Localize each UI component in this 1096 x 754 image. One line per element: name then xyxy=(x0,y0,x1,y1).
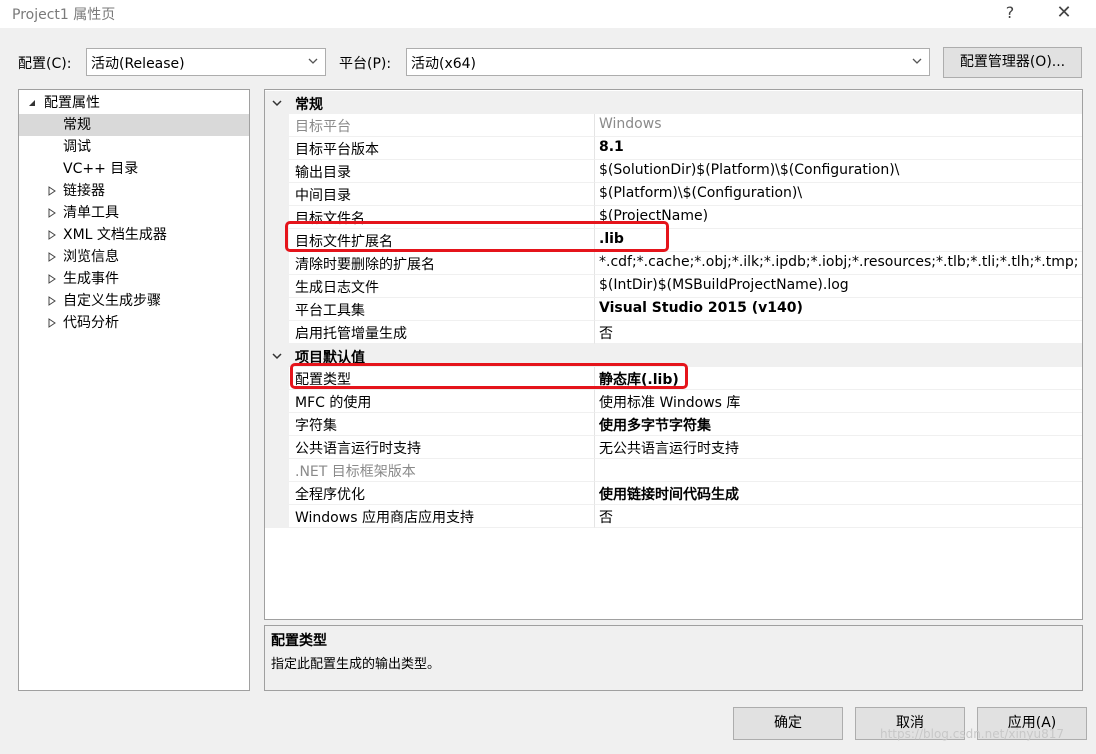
description-panel: 配置类型 指定此配置生成的输出类型。 xyxy=(264,625,1083,691)
tree-item-label: 代码分析 xyxy=(63,315,119,331)
tree-item-label: VC++ 目录 xyxy=(63,161,139,177)
tree-item-linker[interactable]: 链接器 xyxy=(19,180,249,202)
chevron-down-icon xyxy=(308,58,318,64)
property-name: 字符集 xyxy=(295,418,337,434)
category-general[interactable]: 常规 xyxy=(265,91,1082,114)
help-button[interactable]: ? xyxy=(995,2,1025,26)
highlight-configuration-type xyxy=(290,363,688,389)
tree-item-label: XML 文档生成器 xyxy=(63,227,167,243)
collapsed-triangle-icon xyxy=(48,186,56,196)
property-value: Windows xyxy=(599,116,662,132)
tree-item-code-analysis[interactable]: 代码分析 xyxy=(19,312,249,334)
collapsed-triangle-icon xyxy=(48,296,56,306)
collapsed-triangle-icon xyxy=(48,252,56,262)
property-value: 使用标准 Windows 库 xyxy=(599,395,741,411)
property-value: $(SolutionDir)$(Platform)\$(Configuratio… xyxy=(599,162,900,178)
tree-item-label: 配置属性 xyxy=(44,95,100,111)
property-name: 中间目录 xyxy=(295,188,351,204)
property-row-target-platform[interactable]: 目标平台 Windows xyxy=(265,114,1082,137)
property-row-windows-store-app-support[interactable]: Windows 应用商店应用支持 否 xyxy=(265,505,1082,528)
category-label: 常规 xyxy=(295,97,323,113)
tree-item-label: 链接器 xyxy=(63,183,105,199)
tree-item-xml-doc-generator[interactable]: XML 文档生成器 xyxy=(19,224,249,246)
description-title: 配置类型 xyxy=(271,633,327,649)
tree-item-browse-information[interactable]: 浏览信息 xyxy=(19,246,249,268)
tree-item-build-events[interactable]: 生成事件 xyxy=(19,268,249,290)
property-row-target-platform-version[interactable]: 目标平台版本 8.1 xyxy=(265,137,1082,160)
highlight-target-extension xyxy=(285,221,669,252)
property-name: 目标平台 xyxy=(295,119,351,135)
collapsed-triangle-icon xyxy=(48,230,56,240)
property-value: $(IntDir)$(MSBuildProjectName).log xyxy=(599,277,849,293)
property-row-use-of-mfc[interactable]: MFC 的使用 使用标准 Windows 库 xyxy=(265,390,1082,413)
chevron-down-icon xyxy=(912,58,922,64)
tree-root-configuration-properties[interactable]: 配置属性 xyxy=(19,92,249,114)
expanded-triangle-icon xyxy=(29,100,35,106)
property-name: 公共语言运行时支持 xyxy=(295,441,421,457)
tree-item-label: 浏览信息 xyxy=(63,249,119,265)
property-value: *.cdf;*.cache;*.obj;*.ilk;*.ipdb;*.iobj;… xyxy=(599,254,1079,270)
property-row-extensions-to-delete[interactable]: 清除时要删除的扩展名 *.cdf;*.cache;*.obj;*.ilk;*.i… xyxy=(265,252,1082,275)
property-value: $(Platform)\$(Configuration)\ xyxy=(599,185,803,201)
close-button[interactable]: ✕ xyxy=(1049,2,1079,26)
title-bar: Project1 属性页 ? ✕ xyxy=(0,0,1096,28)
tree-item-label: 调试 xyxy=(63,139,91,155)
property-row-net-target-framework[interactable]: .NET 目标框架版本 xyxy=(265,459,1082,482)
tree-item-vc-directories[interactable]: VC++ 目录 xyxy=(19,158,249,180)
property-value: Visual Studio 2015 (v140) xyxy=(599,300,803,316)
tree-item-label: 常规 xyxy=(63,117,91,133)
property-name: Windows 应用商店应用支持 xyxy=(295,510,474,526)
property-row-clr-support[interactable]: 公共语言运行时支持 无公共语言运行时支持 xyxy=(265,436,1082,459)
collapsed-triangle-icon xyxy=(48,318,56,328)
property-row-intermediate-directory[interactable]: 中间目录 $(Platform)\$(Configuration)\ xyxy=(265,183,1082,206)
property-tree: 配置属性 常规 调试 VC++ 目录 链接器 清单工具 XML 文档生成器 浏览… xyxy=(18,89,250,691)
property-row-output-directory[interactable]: 输出目录 $(SolutionDir)$(Platform)\$(Configu… xyxy=(265,160,1082,183)
watermark: https://blog.csdn.net/xinyu817 xyxy=(880,727,1065,741)
tree-item-manifest-tool[interactable]: 清单工具 xyxy=(19,202,249,224)
property-grid: 常规 目标平台 Windows 目标平台版本 8.1 输出目录 $(Soluti… xyxy=(264,89,1083,620)
chevron-down-icon xyxy=(272,100,282,107)
property-row-whole-program-optimization[interactable]: 全程序优化 使用链接时间代码生成 xyxy=(265,482,1082,505)
tree-item-label: 清单工具 xyxy=(63,205,119,221)
property-name: 清除时要删除的扩展名 xyxy=(295,257,435,273)
tree-item-custom-build-step[interactable]: 自定义生成步骤 xyxy=(19,290,249,312)
property-row-build-log-file[interactable]: 生成日志文件 $(IntDir)$(MSBuildProjectName).lo… xyxy=(265,275,1082,298)
property-value: 否 xyxy=(599,326,613,342)
tree-item-label: 生成事件 xyxy=(63,271,119,287)
tree-item-general[interactable]: 常规 xyxy=(19,114,249,136)
platform-dropdown[interactable]: 活动(x64) xyxy=(406,48,930,76)
collapsed-triangle-icon xyxy=(48,208,56,218)
property-value: 使用链接时间代码生成 xyxy=(599,487,739,503)
property-value: 无公共语言运行时支持 xyxy=(599,441,739,457)
property-name: 生成日志文件 xyxy=(295,280,379,296)
ok-button[interactable]: 确定 xyxy=(733,707,843,740)
configuration-manager-button[interactable]: 配置管理器(O)... xyxy=(943,47,1082,78)
configuration-value: 活动(Release) xyxy=(91,56,185,72)
description-text: 指定此配置生成的输出类型。 xyxy=(271,657,441,672)
property-name: 启用托管增量生成 xyxy=(295,326,407,342)
property-name: 全程序优化 xyxy=(295,487,365,503)
tree-item-label: 自定义生成步骤 xyxy=(63,293,161,309)
property-row-platform-toolset[interactable]: 平台工具集 Visual Studio 2015 (v140) xyxy=(265,298,1082,321)
property-name: 输出目录 xyxy=(295,165,351,181)
collapsed-triangle-icon xyxy=(48,274,56,284)
property-name: 目标平台版本 xyxy=(295,142,379,158)
configuration-label: 配置(C): xyxy=(18,56,72,72)
platform-label: 平台(P): xyxy=(339,56,392,72)
property-name: .NET 目标框架版本 xyxy=(295,464,416,480)
tree-item-debugging[interactable]: 调试 xyxy=(19,136,249,158)
property-value: 8.1 xyxy=(599,139,624,155)
property-value: 否 xyxy=(599,510,613,526)
window-title: Project1 属性页 xyxy=(12,7,116,23)
platform-value: 活动(x64) xyxy=(411,56,477,72)
chevron-down-icon xyxy=(272,353,282,360)
property-row-character-set[interactable]: 字符集 使用多字节字符集 xyxy=(265,413,1082,436)
property-name: MFC 的使用 xyxy=(295,395,372,411)
property-value: 使用多字节字符集 xyxy=(599,418,711,434)
configuration-dropdown[interactable]: 活动(Release) xyxy=(86,48,326,76)
property-name: 平台工具集 xyxy=(295,303,365,319)
property-row-managed-incremental-build[interactable]: 启用托管增量生成 否 xyxy=(265,321,1082,344)
